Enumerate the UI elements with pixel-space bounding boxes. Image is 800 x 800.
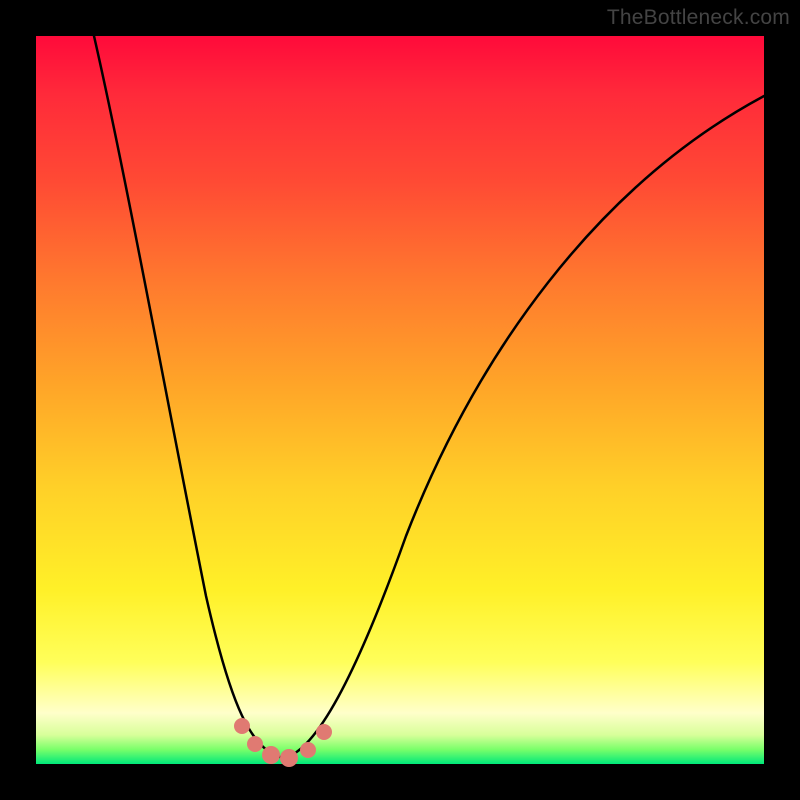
marker-dot [300,742,316,758]
watermark-text: TheBottleneck.com [607,6,790,30]
bottleneck-curve-svg [36,36,764,764]
marker-dot [316,724,332,740]
minimum-markers [234,718,332,767]
marker-dot [234,718,250,734]
marker-dot [262,746,280,764]
marker-dot [247,736,263,752]
marker-dot [280,749,298,767]
bottleneck-curve-path [94,36,764,758]
chart-container: TheBottleneck.com [0,0,800,800]
plot-area [36,36,764,764]
